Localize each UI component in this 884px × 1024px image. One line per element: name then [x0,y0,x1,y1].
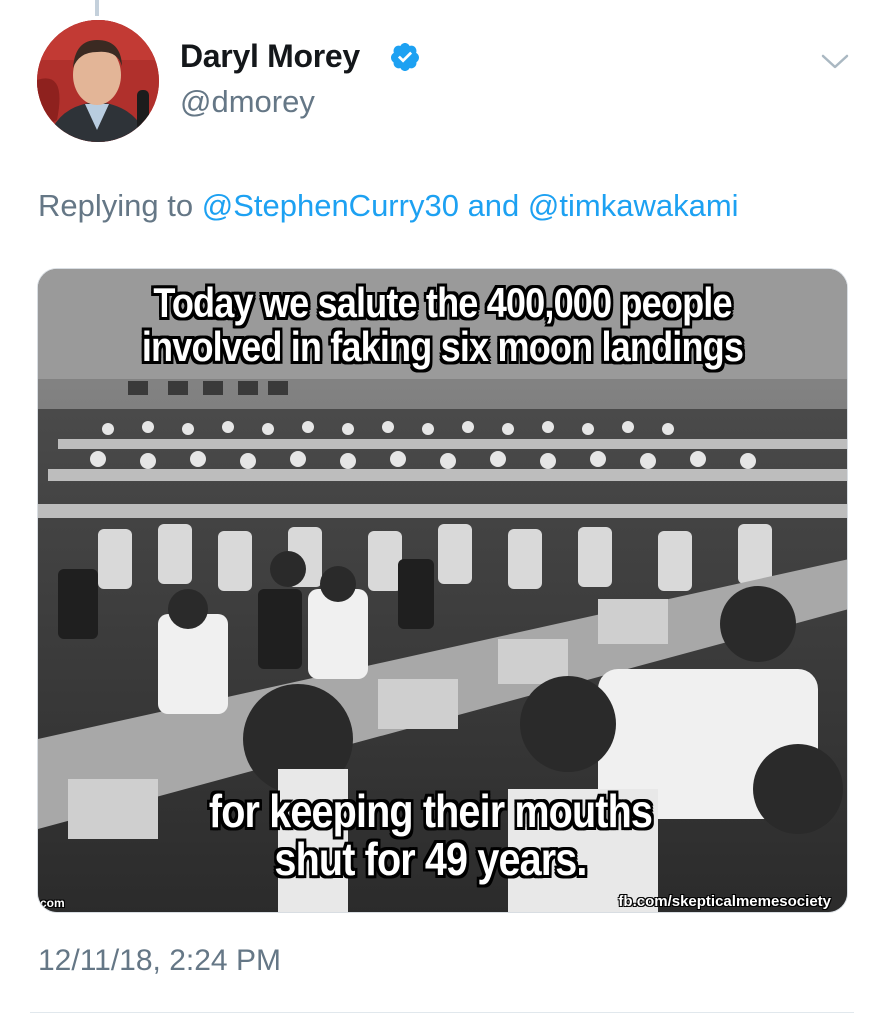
replying-to-line: Replying to @StephenCurry30 and @timkawa… [38,188,739,224]
meme-caption-top-line2: involved in faking six moon landings [141,323,744,371]
mention-timkawakami[interactable]: @timkawakami [528,188,739,223]
meme-caption-top-line1: Today we salute the 400,000 people [153,279,732,326]
meme-caption-bottom-line2: shut for 49 years. [274,833,587,886]
verified-badge-icon [390,43,419,71]
replying-prefix: Replying to [38,188,194,223]
meme-caption-bottom: for keeping their mouths shut for 49 yea… [83,787,779,884]
meme-caption-bottom-line1: for keeping their mouths [208,785,653,837]
mention-joiner: and [467,188,520,223]
avatar-photo [37,20,159,142]
meme-caption-top: Today we salute the 400,000 people invol… [95,279,791,371]
thread-connector-line [95,0,99,16]
meme-watermark-right: fb.com/skepticalmemesociety [618,893,831,910]
tweet-timestamp[interactable]: 12/11/18, 2:24 PM [38,944,281,978]
chevron-down-icon[interactable] [820,52,850,72]
meme-watermark-left: com [40,896,65,910]
avatar[interactable] [37,20,159,142]
author-handle[interactable]: @dmorey [180,84,315,120]
mention-stephencurry30[interactable]: @StephenCurry30 [202,188,459,223]
divider [30,1012,854,1013]
author-display-name[interactable]: Daryl Morey [180,38,360,75]
tweet-media-image[interactable]: Today we salute the 400,000 people invol… [37,268,848,913]
